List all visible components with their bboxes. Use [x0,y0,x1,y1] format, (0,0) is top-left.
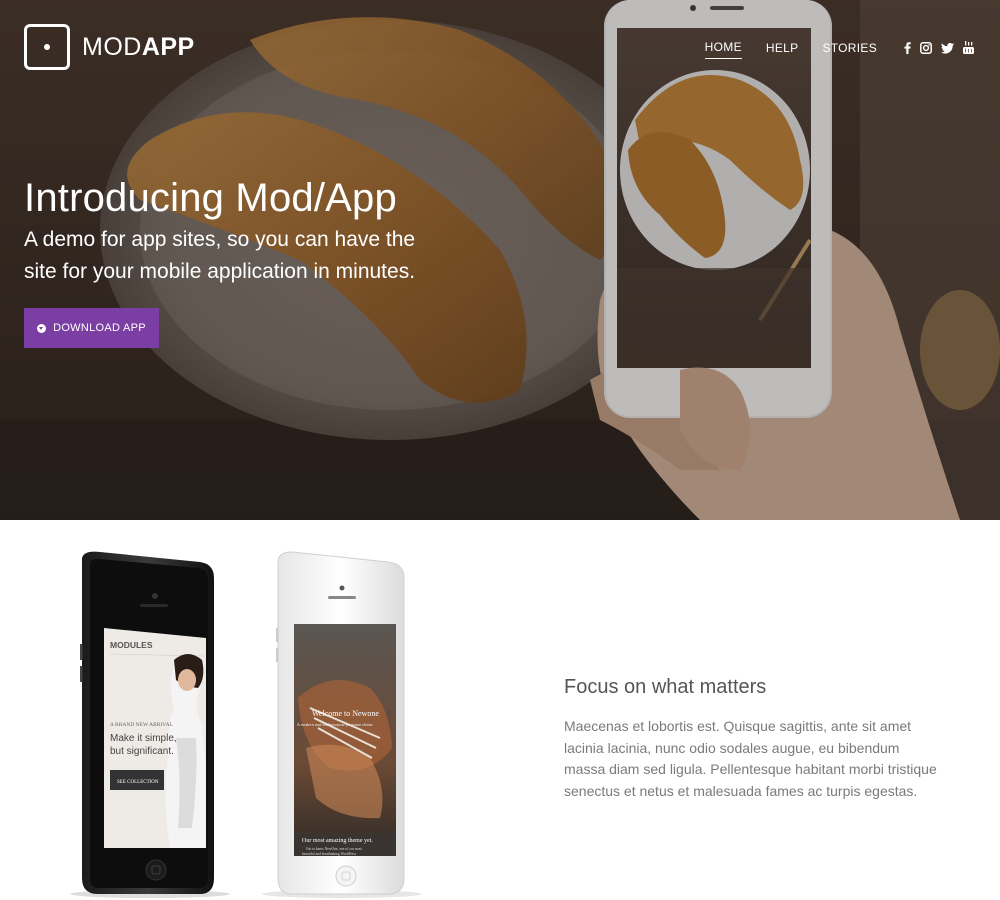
logo-text-bold: APP [141,32,195,61]
hero-subtitle: A demo for app sites, so you can have th… [24,228,416,283]
instagram-icon[interactable] [920,41,932,59]
left-phone-headline-2: but significant. [110,746,174,757]
hero-title: Introducing Mod/App [24,176,397,220]
right-phone-title: Welcome to Newone [312,709,379,718]
left-phone-headline-1: Make it simple, [110,733,177,744]
logo[interactable]: MODAPP [24,24,195,70]
logo-text-light: MOD [82,32,142,61]
left-phone-screen-header: MODULES [110,640,153,650]
twitter-icon[interactable] [941,41,954,59]
right-phone-tagline: A modern and multipurpose premium theme. [296,722,374,727]
main-nav: HOME HELP STORIES [681,40,974,59]
feature-section: MODULES A BRAND NEW ARRIVAL Make it simp… [0,520,1000,900]
facebook-icon[interactable] [904,41,911,59]
logo-mark-icon [24,24,70,70]
download-app-button[interactable]: DOWNLOAD APP [24,308,159,348]
nav-item-stories[interactable]: STORIES [822,41,877,59]
right-phone-caption: Our most amazing theme yet. [302,838,373,844]
feature-body: Maecenas et lobortis est. Quisque sagitt… [564,718,937,799]
left-phone-cta-label: SEE COLLECTION [117,780,159,785]
phone-mockups: MODULES A BRAND NEW ARRIVAL Make it simp… [70,551,422,898]
logo-text: MODAPP [82,33,195,62]
social-links [895,40,974,59]
nav-item-help[interactable]: HELP [766,41,799,59]
right-phone-body-2: beautiful and breathtaking WordPress [302,852,357,856]
download-icon [37,323,47,333]
hero-section: MODAPP HOME HELP STORIES Introducing Mod… [0,0,1000,520]
nav-item-home[interactable]: HOME [704,40,742,59]
feature-heading: Focus on what matters [564,676,767,698]
youtube-icon[interactable] [963,40,974,59]
left-phone-eyebrow: A BRAND NEW ARRIVAL [110,722,174,728]
download-app-label: DOWNLOAD APP [53,322,146,334]
